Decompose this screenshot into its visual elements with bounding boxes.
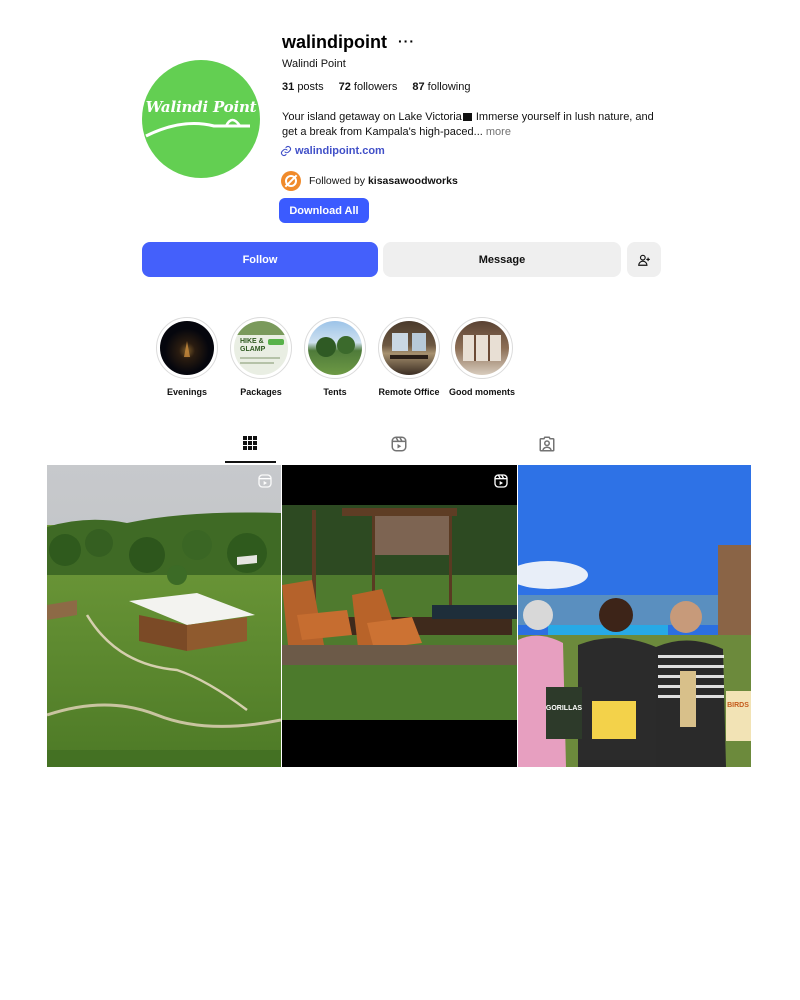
highlight-ring (451, 317, 513, 379)
highlight-tents[interactable]: Tents (303, 317, 367, 397)
highlight-ring (378, 317, 440, 379)
avatar-logo-lines (145, 118, 250, 138)
tagged-icon (539, 436, 555, 452)
profile-username: walindipoint (282, 32, 387, 52)
tab-tagged[interactable] (522, 435, 572, 463)
reel-badge-icon (493, 473, 509, 494)
highlight-label: Tents (323, 387, 347, 397)
highlight-label: Evenings (166, 387, 207, 397)
island-emoji-icon (462, 113, 472, 121)
tab-posts[interactable] (225, 435, 275, 463)
highlight-ring (304, 317, 366, 379)
highlight-evenings[interactable]: Evenings (155, 317, 219, 397)
add-user-icon (638, 254, 650, 266)
tab-reels[interactable] (374, 435, 424, 463)
following-stat[interactable]: 87 following (412, 81, 470, 93)
book-title-gorillas: GORILLAS (546, 705, 582, 712)
highlight-remote-office[interactable]: Remote Office (377, 317, 441, 397)
follower-avatar (281, 171, 301, 191)
message-button[interactable]: Message (383, 242, 621, 277)
profile-full-name: Walindi Point (282, 58, 346, 70)
post-thumbnail[interactable]: GORILLAS BIRDS (518, 465, 751, 767)
highlight-cover-trees (308, 321, 362, 375)
profile-stats: 31 posts 72 followers 87 following (282, 81, 470, 93)
followers-stat[interactable]: 72 followers (339, 81, 398, 93)
highlight-cover-poster: HIKE & GLAMP (234, 321, 288, 375)
reel-badge-icon (257, 473, 273, 494)
bio-more-link[interactable]: more (483, 126, 511, 138)
more-dots-icon[interactable]: ··· (398, 33, 415, 49)
post-image-deck-chairs (282, 465, 517, 767)
post-image-group-books: GORILLAS BIRDS (518, 465, 751, 767)
book-title-birds: BIRDS (727, 702, 749, 709)
highlight-ring (156, 317, 218, 379)
link-icon (280, 145, 292, 157)
followed-by[interactable]: Followed by kisasawoodworks (281, 171, 458, 191)
website-text[interactable]: walindipoint.com (295, 145, 385, 157)
posts-stat: 31 posts (282, 81, 324, 93)
download-all-button[interactable]: Download All (279, 198, 369, 223)
followed-by-text: Followed by kisasawoodworks (309, 175, 458, 187)
active-tab-indicator (225, 461, 276, 463)
highlight-packages[interactable]: HIKE & GLAMP Packages (229, 317, 293, 397)
highlight-cover-office (382, 321, 436, 375)
suggested-users-button[interactable] (627, 242, 661, 277)
profile-bio: Your island getaway on Lake Victoria Imm… (282, 110, 662, 140)
profile-avatar[interactable]: Walindi Point (142, 60, 260, 178)
avatar-logo-text: Walindi Point (145, 98, 257, 116)
post-image-aerial-cabin (47, 465, 281, 767)
follow-button[interactable]: Follow (142, 242, 378, 277)
grid-icon (243, 436, 257, 450)
highlight-cover-tent-interior (455, 321, 509, 375)
post-thumbnail[interactable] (282, 465, 517, 767)
website-link[interactable]: walindipoint.com (280, 145, 385, 157)
highlight-ring: HIKE & GLAMP (230, 317, 292, 379)
highlight-cover-campfire (160, 321, 214, 375)
post-thumbnail[interactable] (47, 465, 281, 767)
highlight-label: Remote Office (378, 387, 440, 397)
highlight-label: Packages (240, 387, 282, 397)
reels-icon (391, 436, 407, 452)
highlight-good-moments[interactable]: Good moments (449, 317, 515, 397)
highlight-label: Good moments (448, 387, 515, 397)
bio-text-1: Your island getaway on Lake Victoria (282, 111, 462, 123)
